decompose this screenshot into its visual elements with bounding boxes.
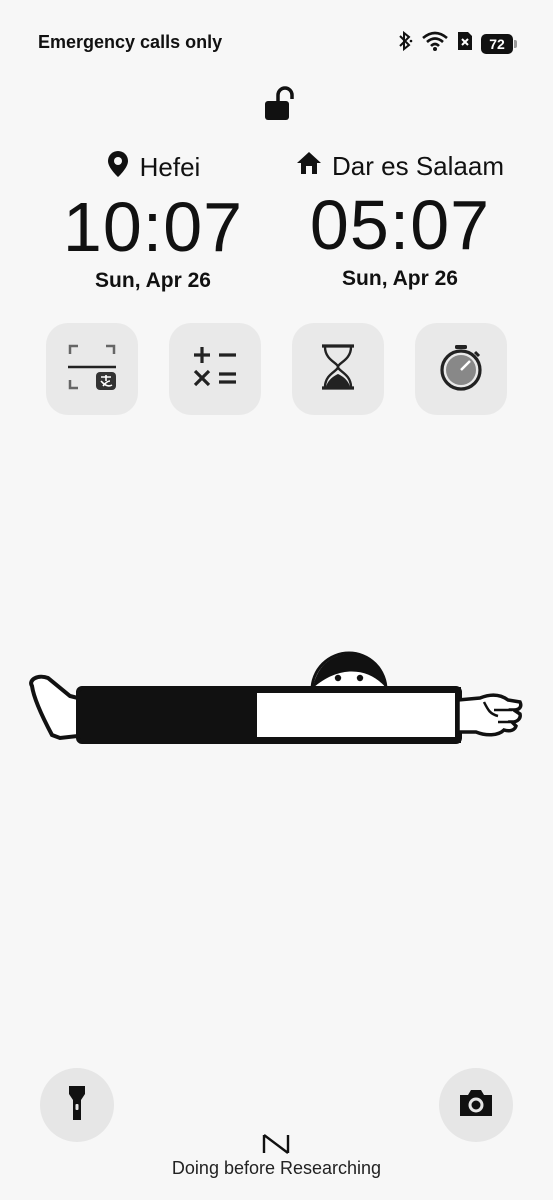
clock-time: 10:07 [62, 188, 244, 266]
brand-logo-icon [262, 1133, 292, 1160]
calculator-icon [191, 343, 239, 396]
timer-shortcut[interactable] [292, 323, 384, 415]
clock-city: Hefei [139, 152, 201, 182]
home-icon [296, 150, 322, 183]
shortcut-row [46, 323, 508, 415]
clock-date: Sun, Apr 26 [342, 267, 458, 290]
calculator-shortcut[interactable] [169, 323, 261, 415]
clock-date: Sun, Apr 26 [95, 269, 211, 292]
lock-open-icon[interactable] [264, 86, 298, 127]
clock-city: Dar es Salaam [332, 151, 504, 181]
status-icons: 72 [397, 30, 517, 57]
camera-icon [458, 1088, 494, 1123]
world-clock-dar-es-salaam[interactable]: Dar es Salaam 05:07 Sun, Apr 26 [280, 150, 520, 291]
wifi-icon [421, 30, 449, 57]
battery-icon: 72 [481, 33, 517, 54]
stopwatch-shortcut[interactable] [415, 323, 507, 415]
clock-time: 05:07 [309, 186, 491, 264]
stopwatch-icon [437, 343, 485, 396]
bluetooth-icon [397, 30, 413, 57]
carrier-status: Emergency calls only [38, 32, 223, 52]
flashlight-icon [67, 1084, 87, 1127]
world-clock-hefei[interactable]: Hefei 10:07 Sun, Apr 26 [33, 150, 273, 293]
clock-city-row: Hefei [33, 150, 273, 185]
scan-pay-icon [65, 340, 119, 399]
flashlight-button[interactable] [40, 1068, 114, 1142]
scan-pay-shortcut[interactable] [46, 323, 138, 415]
no-sim-icon [457, 31, 473, 56]
lockscreen-caption: Doing before Researching [171, 1158, 382, 1178]
clock-city-row: Dar es Salaam [280, 150, 520, 183]
camera-button[interactable] [439, 1068, 513, 1142]
wallpaper-illustration [0, 640, 553, 755]
status-bar: Emergency calls only 72 [0, 0, 553, 80]
location-pin-icon [106, 150, 130, 185]
timer-hourglass-icon [320, 343, 356, 395]
